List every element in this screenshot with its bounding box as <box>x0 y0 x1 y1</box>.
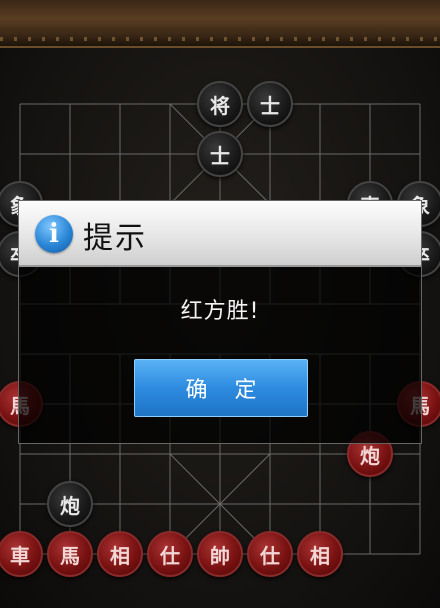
red-piece-4[interactable]: 馬 <box>47 531 93 577</box>
red-piece-7[interactable]: 帥 <box>197 531 243 577</box>
result-dialog: i 提示 红方胜! 确 定 <box>18 200 422 444</box>
red-piece-8[interactable]: 仕 <box>247 531 293 577</box>
black-piece-1[interactable]: 士 <box>247 81 293 127</box>
top-wood-bar <box>0 0 440 48</box>
dialog-title: 提示 <box>83 221 147 256</box>
black-piece-8[interactable]: 炮 <box>47 481 93 527</box>
ok-button[interactable]: 确 定 <box>134 359 308 417</box>
info-icon: i <box>35 215 73 253</box>
red-piece-5[interactable]: 相 <box>97 531 143 577</box>
black-piece-2[interactable]: 士 <box>197 131 243 177</box>
dialog-message: 红方胜! <box>180 299 260 324</box>
top-bar-studs <box>0 37 440 41</box>
red-piece-9[interactable]: 相 <box>297 531 343 577</box>
red-piece-6[interactable]: 仕 <box>147 531 193 577</box>
dialog-header: i 提示 <box>19 201 421 267</box>
black-piece-0[interactable]: 将 <box>197 81 243 127</box>
info-icon-glyph: i <box>49 219 59 249</box>
